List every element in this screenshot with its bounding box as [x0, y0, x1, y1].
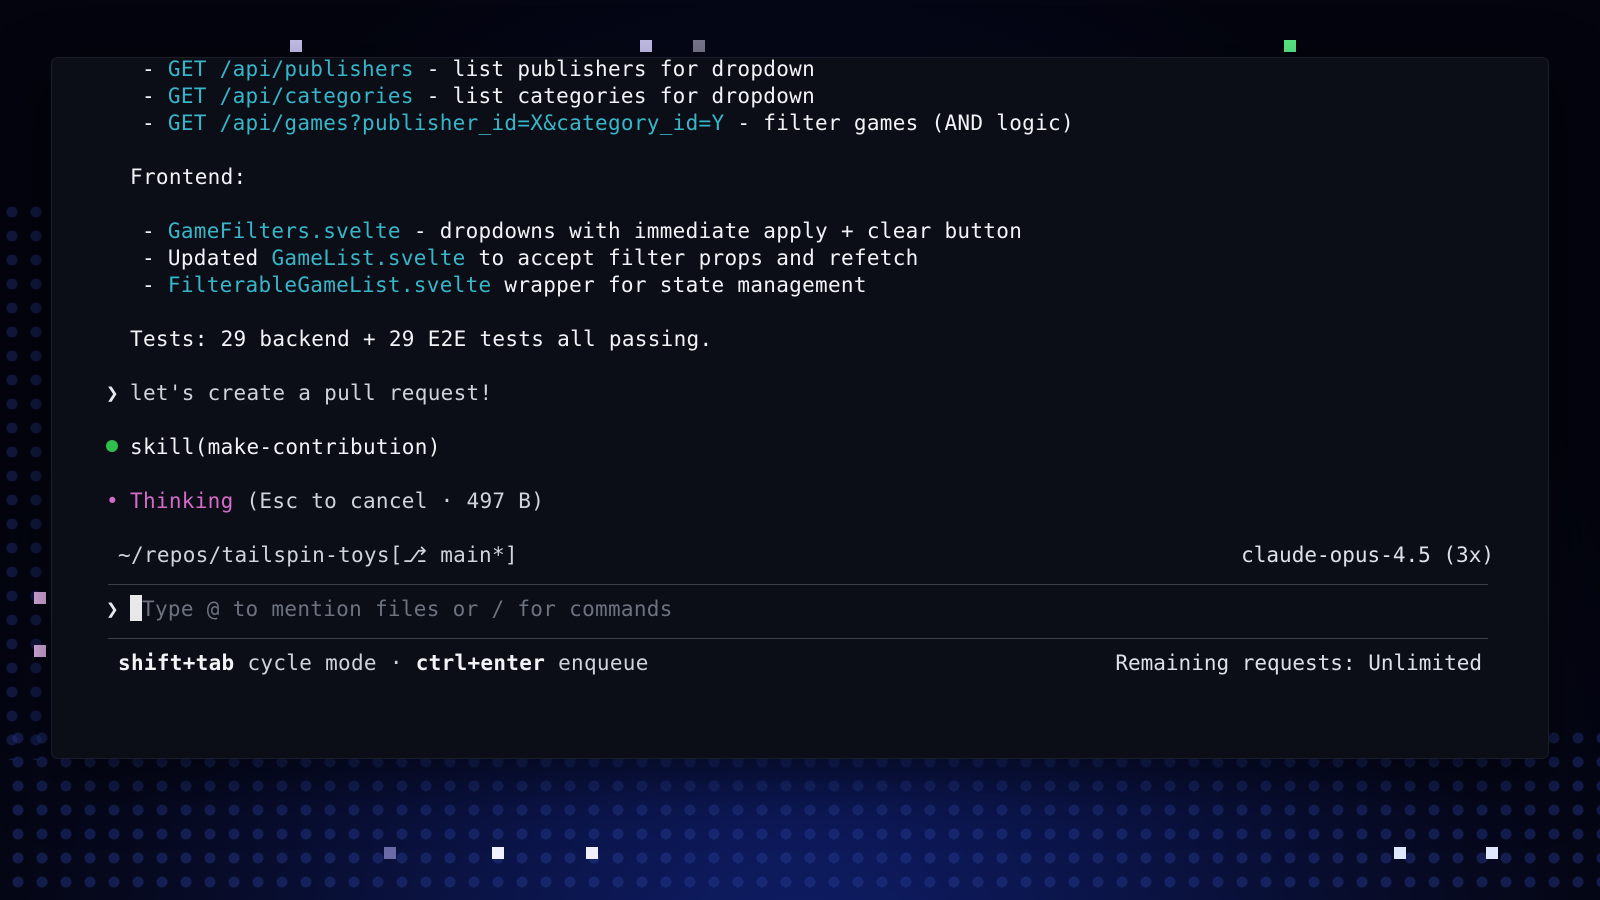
thinking-line: • Thinking (Esc to cancel · 497 B)	[106, 487, 544, 515]
shortcut-desc: enqueue	[545, 651, 649, 675]
item-desc: - dropdowns with immediate apply + clear…	[400, 219, 1023, 243]
endpoint-code: GET /api/games?publisher_id=X&category_i…	[167, 111, 725, 135]
item-desc: wrapper for state management	[491, 273, 867, 297]
endpoint-code: GET /api/publishers	[167, 58, 414, 81]
user-prompt-line: ❯ let's create a pull request!	[106, 379, 492, 407]
shortcut-key: shift+tab	[118, 651, 235, 675]
list-item: - GET /api/categories - list categories …	[142, 84, 816, 108]
shortcut-desc: cycle mode ·	[234, 651, 416, 675]
thinking-label: Thinking	[130, 489, 234, 513]
remaining-requests: Remaining requests: Unlimited	[1115, 651, 1482, 675]
decorative-square	[290, 40, 302, 52]
text-cursor	[130, 595, 142, 621]
decorative-square	[1486, 847, 1498, 859]
list-item: - GET /api/publishers - list publishers …	[142, 58, 816, 81]
tests-summary: Tests: 29 backend + 29 E2E tests all pas…	[130, 327, 713, 351]
input-chevron-icon: ❯	[106, 597, 119, 621]
list-item: - GET /api/games?publisher_id=X&category…	[142, 111, 1074, 135]
decorative-square	[1284, 40, 1296, 52]
thinking-dot-icon: •	[106, 489, 119, 513]
decorative-square	[384, 847, 396, 859]
list-item: - Updated GameList.svelte to accept filt…	[142, 246, 919, 270]
endpoint-desc: - filter games (AND logic)	[724, 111, 1074, 135]
decorative-square	[492, 847, 504, 859]
endpoint-desc: - list categories for dropdown	[413, 84, 816, 108]
terminal-window[interactable]: - GET /api/publishers - list publishers …	[52, 58, 1548, 758]
item-desc: to accept filter props and refetch	[465, 246, 919, 270]
decorative-square	[693, 40, 705, 52]
decorative-square	[640, 40, 652, 52]
file-name: FilterableGameList.svelte	[167, 273, 492, 297]
endpoint-desc: - list publishers for dropdown	[413, 58, 816, 81]
file-name: GameList.svelte	[271, 246, 466, 270]
input-top-divider	[108, 584, 1488, 585]
model-indicator[interactable]: claude-opus-4.5 (3x)	[1241, 541, 1494, 569]
section-heading: Frontend:	[130, 165, 247, 189]
decorative-square	[34, 592, 46, 604]
prompt-input[interactable]: Type @ to mention files or / for command…	[142, 597, 673, 621]
input-row[interactable]: ❯ Type @ to mention files or / for comman…	[106, 595, 673, 623]
shortcut-key: ctrl+enter	[415, 651, 546, 675]
success-dot-icon	[106, 440, 118, 452]
skill-call-line: skill(make-contribution)	[106, 433, 441, 461]
prompt-chevron-icon: ❯	[106, 381, 119, 405]
user-prompt: let's create a pull request!	[130, 381, 493, 405]
background-pixel-pattern-left	[0, 200, 48, 760]
skill-call: skill(make-contribution)	[130, 435, 441, 459]
decorative-square	[1394, 847, 1406, 859]
decorative-square	[34, 645, 46, 657]
cwd-branch: ~/repos/tailspin-toys[⎇ main*]	[118, 543, 518, 567]
input-bottom-divider	[108, 638, 1488, 639]
list-item: - GameFilters.svelte - dropdowns with im…	[142, 219, 1023, 243]
decorative-square	[586, 847, 598, 859]
file-name: GameFilters.svelte	[167, 219, 401, 243]
list-item: - FilterableGameList.svelte wrapper for …	[142, 273, 867, 297]
item-prefix: Updated	[167, 246, 272, 270]
endpoint-code: GET /api/categories	[167, 84, 414, 108]
shortcut-hints: shift+tab cycle mode · ctrl+enter enqueu…	[118, 649, 649, 677]
thinking-detail: (Esc to cancel · 497 B)	[233, 489, 545, 513]
